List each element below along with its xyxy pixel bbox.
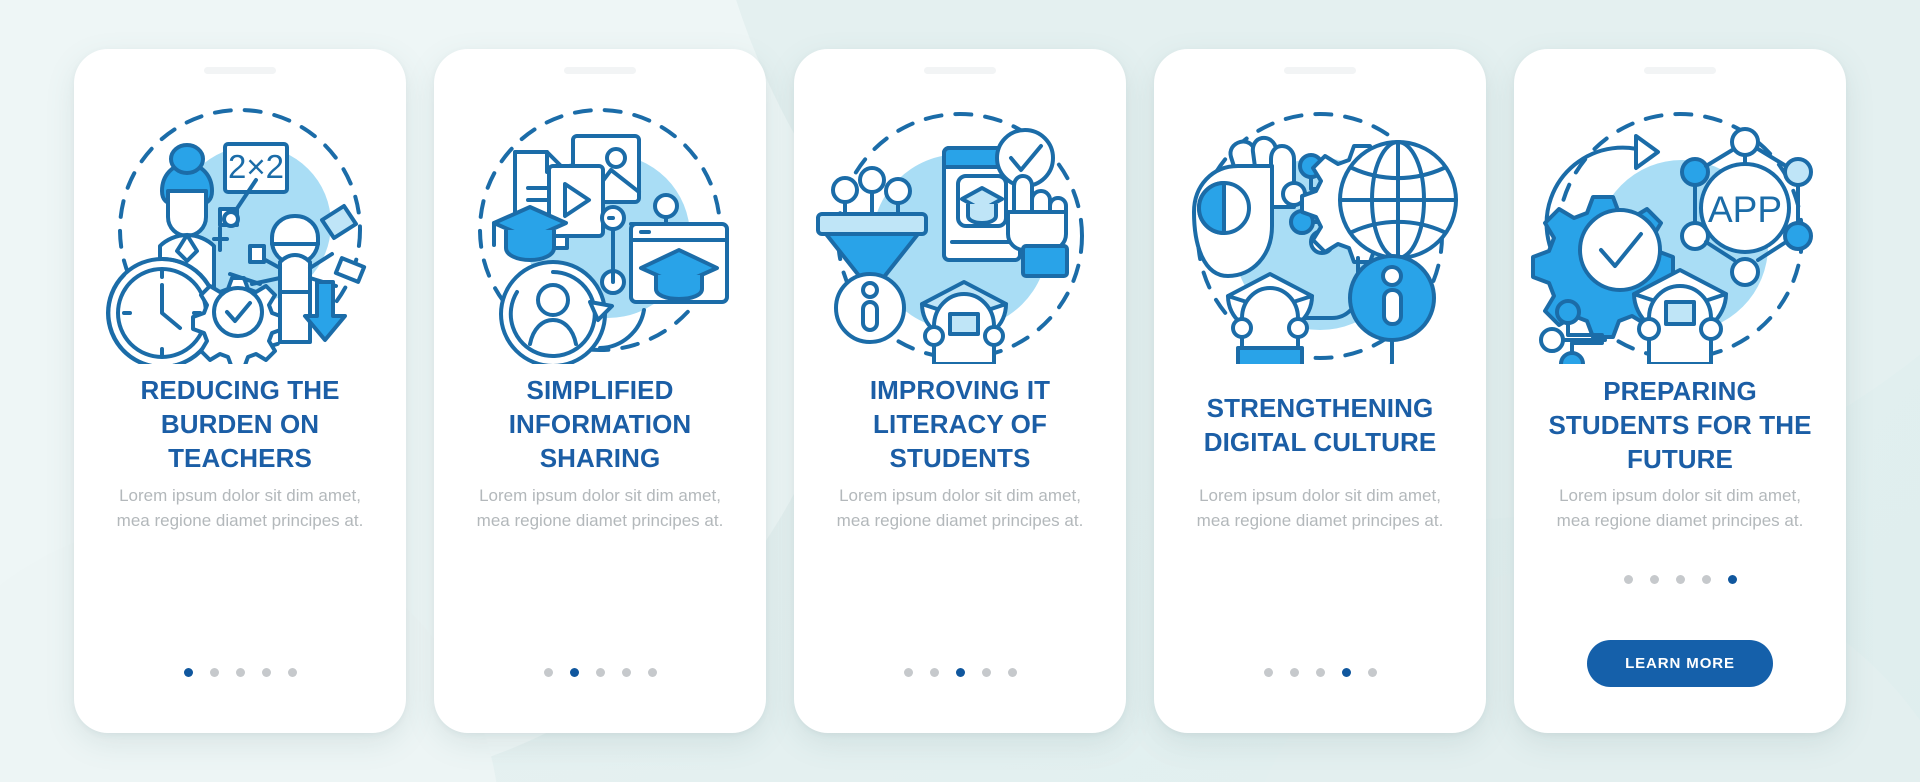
pagination-dot-1[interactable]	[903, 668, 913, 677]
pagination-dot-4[interactable]	[621, 668, 631, 677]
screen-title: SIMPLIFIED INFORMATION SHARING	[508, 375, 692, 473]
screen-title: REDUCING THE BURDEN ON TEACHERS	[140, 375, 340, 473]
screen-description: Lorem ipsum dolor sit dim amet, mea regi…	[1196, 486, 1444, 530]
pagination-dot-2[interactable]	[1649, 575, 1659, 584]
pagination-dot-4[interactable]	[981, 668, 991, 677]
pagination-dot-2[interactable]	[1289, 668, 1299, 677]
pagination-dot-3[interactable]	[595, 668, 605, 677]
onboarding-screen-digital-culture[interactable]: STRENGTHENING DIGITAL CULTURE Lorem ipsu…	[1154, 49, 1486, 733]
pagination-dot-3[interactable]	[1675, 575, 1685, 584]
pagination-dot-5[interactable]	[1727, 575, 1737, 584]
phone-speaker-icon	[204, 67, 276, 74]
onboarding-screens-row: 2×2 REDUCING THE BURDEN ON TEACHERS Lore…	[0, 0, 1920, 782]
screen-title: IMPROVING IT LITERACY OF STUDENTS	[869, 375, 1051, 473]
pagination-dot-1[interactable]	[543, 668, 553, 677]
screen-description: Lorem ipsum dolor sit dim amet, mea regi…	[116, 486, 364, 530]
learn-more-button[interactable]: LEARN MORE	[1587, 640, 1773, 687]
pagination-dot-4[interactable]	[1341, 668, 1351, 677]
pagination-dot-2[interactable]	[209, 668, 219, 677]
screen-title: STRENGTHENING DIGITAL CULTURE	[1203, 393, 1437, 457]
pagination-dot-1[interactable]	[1623, 575, 1633, 584]
pagination-dot-2[interactable]	[929, 668, 939, 677]
pagination-dot-3[interactable]	[235, 668, 245, 677]
pagination-dot-5[interactable]	[1367, 668, 1377, 677]
funnel-tablet-student-icon	[810, 96, 1110, 364]
phone-speaker-icon	[924, 67, 996, 74]
ok-hand-globe-student-icon	[1170, 96, 1470, 364]
pagination-dots[interactable]	[1263, 668, 1377, 677]
pagination-dot-3[interactable]	[1315, 668, 1325, 677]
onboarding-screen-prepare-future[interactable]: APP PREPARING STUDENTS FOR THE FUTURE Lo…	[1514, 49, 1846, 733]
pagination-dot-1[interactable]	[183, 668, 193, 677]
phone-speaker-icon	[1644, 67, 1716, 74]
phone-speaker-icon	[1284, 67, 1356, 74]
phone-speaker-icon	[564, 67, 636, 74]
pagination-dot-1[interactable]	[1263, 668, 1273, 677]
onboarding-screen-reducing-burden[interactable]: 2×2 REDUCING THE BURDEN ON TEACHERS Lore…	[74, 49, 406, 733]
pagination-dots[interactable]	[183, 668, 297, 677]
pagination-dot-5[interactable]	[647, 668, 657, 677]
svg-text:APP: APP	[1708, 189, 1782, 230]
pagination-dots[interactable]	[543, 668, 657, 677]
pagination-dot-4[interactable]	[1701, 575, 1711, 584]
pagination-dot-2[interactable]	[569, 668, 579, 677]
screen-description: Lorem ipsum dolor sit dim amet, mea regi…	[836, 486, 1084, 530]
pagination-dot-5[interactable]	[287, 668, 297, 677]
screen-description: Lorem ipsum dolor sit dim amet, mea regi…	[476, 486, 724, 530]
pagination-dots[interactable]	[903, 668, 1017, 677]
onboarding-screen-simplified-sharing[interactable]: SIMPLIFIED INFORMATION SHARING Lorem ips…	[434, 49, 766, 733]
screen-description: Lorem ipsum dolor sit dim amet, mea regi…	[1556, 486, 1804, 530]
pagination-dot-5[interactable]	[1007, 668, 1017, 677]
documents-media-graduation-icon	[450, 96, 750, 364]
onboarding-screen-it-literacy[interactable]: IMPROVING IT LITERACY OF STUDENTS Lorem …	[794, 49, 1126, 733]
pagination-dot-4[interactable]	[261, 668, 271, 677]
pagination-dots[interactable]	[1623, 575, 1737, 584]
pagination-dot-3[interactable]	[955, 668, 965, 677]
teacher-clock-gear-icon: 2×2	[90, 96, 390, 364]
gear-check-app-network-icon: APP	[1530, 96, 1830, 364]
screen-title: PREPARING STUDENTS FOR THE FUTURE	[1548, 376, 1812, 474]
